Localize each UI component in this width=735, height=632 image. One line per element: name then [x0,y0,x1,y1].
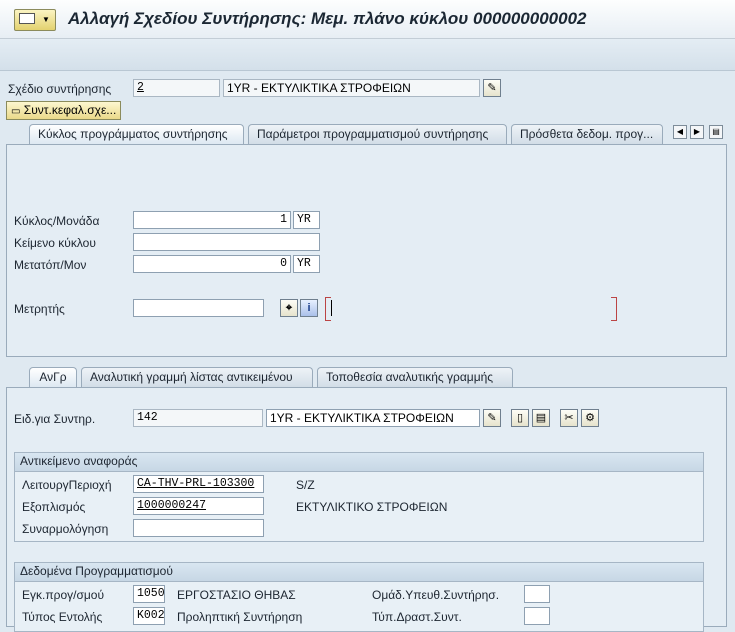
plan-header-button-label: Συντ.κεφαλ.σχε... [23,103,117,117]
order-type-input[interactable]: K002 [133,607,165,625]
planning-plant-label: Εγκ.προγ/σμού [22,588,105,602]
header-icon: ▭ [11,106,21,117]
equipment-desc: ΕΚΤΥΛΙΚΤΙΚΟ ΣΤΡΟΦΕΙΩΝ [296,500,448,514]
reference-object-group: Αντικείμενο αναφοράς [14,452,704,542]
tab-scroll-left-button[interactable]: ◀ [673,125,687,139]
dropdown-arrow-icon: ▼ [42,15,50,24]
item-task-list-button[interactable]: ▤ [532,409,550,427]
pencil-icon: ✎ [487,411,497,424]
tab-object-list[interactable]: Αναλυτική γραμμή λίστας αντικειμένου [81,367,313,387]
functional-location-input[interactable]: CA-THV-PRL-103300 [133,475,264,493]
cycle-text-label: Κείμενο κύκλου [14,236,96,250]
cycle-value-input[interactable]: 1 [133,211,291,229]
order-type-desc: Προληπτική Συντήρηση [177,610,303,624]
item-long-text-button[interactable]: ✎ [483,409,501,427]
activity-type-input[interactable] [524,607,550,625]
item-number-field[interactable]: 142 [133,409,263,427]
plan-label: Σχέδιο συντήρησης [8,82,112,96]
page-title: Αλλαγή Σχεδίου Συντήρησης: Μεμ. πλάνο κύ… [68,9,587,28]
assembly-input[interactable] [133,519,264,537]
counter-label: Μετρητής [14,302,65,316]
offset-label: Μετατόπ/Μον [14,258,87,272]
object-icon: ⚙ [585,411,595,424]
application-toolbar [0,39,735,71]
tab-scheduling-parameters[interactable]: Παράμετροι προγραμματισμού συντήρησης [248,124,507,144]
task-list-icon: ▤ [535,411,547,424]
tab-list-button[interactable]: ▤ [709,125,723,139]
tab-item[interactable]: ΑνΓρ [29,367,77,388]
planner-group-input[interactable] [524,585,550,603]
functional-location-desc: S/Z [296,478,315,492]
activity-type-label: Τύπ.Δραστ.Συντ. [372,610,462,624]
functional-location-label: ΛειτουργΠεριοχή [22,478,112,492]
reference-object-header: Αντικείμενο αναφοράς [15,453,703,472]
bracket-right [611,297,617,321]
pencil-icon: ✎ [487,81,497,94]
cycle-panel [6,144,727,357]
item-object-button[interactable]: ⚙ [581,409,599,427]
counter-display-area [325,297,617,321]
item-label: Ειδ.για Συντηρ. [14,412,96,426]
cycle-label: Κύκλος/Μονάδα [14,214,100,228]
order-type-label: Τύπος Εντολής [22,610,103,624]
tab-cycle[interactable]: Κύκλος προγράμματος συντήρησης [29,124,244,145]
planning-data-header: Δεδομένα Προγραμματισμού [15,563,703,582]
cycle-unit-input[interactable]: YR [293,211,320,229]
system-menu-icon [19,13,35,24]
cycle-text-input[interactable] [133,233,320,251]
plan-header-button[interactable]: ▭ Συντ.κεφαλ.σχε... [6,101,122,120]
equipment-label: Εξοπλισμός [22,500,86,514]
binoculars-icon: ⌖ [285,301,293,314]
offset-value-input[interactable]: 0 [133,255,291,273]
assembly-label: Συναρμολόγηση [22,522,109,536]
document-icon: ▯ [516,411,524,424]
scissors-icon: ✂ [564,411,574,424]
planning-data-group: Δεδομένα Προγραμματισμού [14,562,704,632]
counter-input[interactable] [133,299,264,317]
counter-search-button[interactable]: ⌖ [280,299,298,317]
tab-additional-data[interactable]: Πρόσθετα δεδομ. προγ... [511,124,663,144]
offset-unit-input[interactable]: YR [293,255,320,273]
system-menu-button[interactable]: ▼ [14,9,56,31]
tab-scroll-right-button[interactable]: ▶ [690,125,704,139]
planning-plant-desc: ΕΡΓΟΣΤΑΣΙΟ ΘΗΒΑΣ [177,588,296,602]
planning-plant-input[interactable]: 1050 [133,585,165,603]
item-text-input[interactable]: 1YR - ΕΚΤΥΛΙΚΤΙΚΑ ΣΤΡΟΦΕΙΩΝ [266,409,480,427]
info-icon: i [307,301,311,314]
planner-group-label: Ομάδ.Υπευθ.Συντήρησ. [372,588,500,602]
item-new-button[interactable]: ▯ [511,409,529,427]
equipment-input[interactable]: 1000000247 [133,497,264,515]
item-cut-button[interactable]: ✂ [560,409,578,427]
counter-info-button[interactable]: i [300,299,318,317]
edit-long-text-button[interactable]: ✎ [483,79,501,97]
text-cursor [331,300,332,316]
plan-text-field[interactable]: 1YR - ΕΚΤΥΛΙΚΤΙΚΑ ΣΤΡΟΦΕΙΩΝ [223,79,480,97]
plan-number-field[interactable]: 2 [133,79,220,97]
tab-item-location[interactable]: Τοποθεσία αναλυτικής γραμμής [317,367,513,387]
